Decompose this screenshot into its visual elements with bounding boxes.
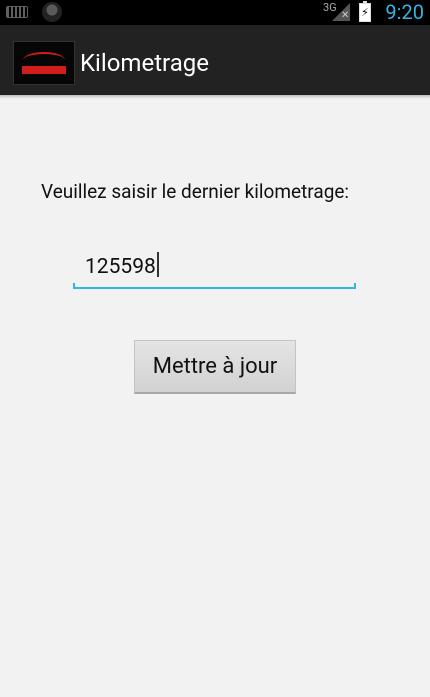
input-edge-left [73,283,75,289]
status-time: 9:20 [385,0,424,24]
battery-charging-icon [359,1,371,22]
keyboard-icon [6,6,28,18]
status-bar: 3G ✕ 9:20 [0,0,430,25]
input-edge-right [354,283,356,289]
km-input-value[interactable]: 125598 [85,252,159,279]
text-cursor [156,252,159,277]
logo-badge [22,66,66,74]
no-signal-icon: ✕ [341,10,350,21]
car-logo-icon[interactable] [13,41,75,85]
km-input-field[interactable]: 125598 [73,248,356,289]
km-prompt-label: Veuillez saisir le dernier kilometrage: [41,180,350,203]
page-title: Kilometrage [80,49,209,77]
notification-icon [42,2,62,22]
input-underline [73,287,356,289]
action-bar-shadow [0,95,430,99]
update-button[interactable]: Mettre à jour [134,340,296,394]
